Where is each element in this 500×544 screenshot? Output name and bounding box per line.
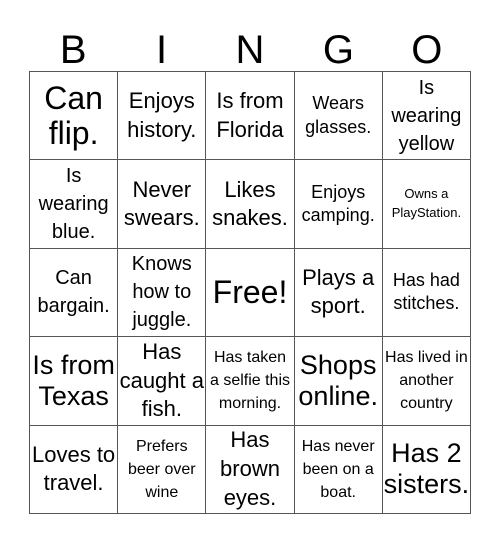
bingo-cell[interactable]: Can bargain. xyxy=(30,248,119,338)
bingo-cell[interactable]: Can flip. xyxy=(30,72,119,161)
bingo-cell[interactable]: Is from Florida xyxy=(206,72,295,161)
bingo-cell[interactable]: Knows how to juggle. xyxy=(118,248,207,338)
bingo-cell[interactable]: Has lived in another country xyxy=(382,337,471,426)
free-space[interactable]: Free! xyxy=(206,248,295,338)
bingo-cell[interactable]: Has had stitches. xyxy=(382,248,471,338)
bingo-cell[interactable]: Has caught a fish. xyxy=(118,337,207,426)
bingo-cell[interactable]: Is from Texas xyxy=(30,337,119,426)
bingo-cell[interactable]: Wears glasses. xyxy=(294,72,383,161)
bingo-grid: Can flip. Enjoys history. Is from Florid… xyxy=(29,71,471,514)
header-letter-b: B xyxy=(59,28,87,72)
bingo-cell[interactable]: Likes snakes. xyxy=(206,160,295,249)
bingo-cell[interactable]: Enjoys history. xyxy=(118,72,207,161)
bingo-cell[interactable]: Has never been on a boat. xyxy=(294,425,383,514)
header-letter-i: I xyxy=(156,28,168,72)
header-letter-o: O xyxy=(411,28,443,72)
header-letter-n: N xyxy=(235,28,265,72)
header-letter-g: G xyxy=(322,28,354,72)
bingo-cell[interactable]: Has brown eyes. xyxy=(206,425,295,514)
bingo-cell[interactable]: Is wearing blue. xyxy=(30,160,119,249)
bingo-cell[interactable]: Prefers beer over wine xyxy=(118,425,207,514)
bingo-cell[interactable]: Is wearing yellow xyxy=(382,72,471,161)
bingo-cell[interactable]: Has 2 sisters. xyxy=(382,425,471,514)
bingo-cell[interactable]: Enjoys camping. xyxy=(294,160,383,249)
bingo-cell[interactable]: Shops online. xyxy=(294,337,383,426)
bingo-cell[interactable]: Owns a PlayStation. xyxy=(382,160,471,249)
bingo-cell[interactable]: Loves to travel. xyxy=(30,425,119,514)
bingo-cell[interactable]: Plays a sport. xyxy=(294,248,383,338)
bingo-cell[interactable]: Never swears. xyxy=(118,160,207,249)
bingo-header: B I N G O xyxy=(29,28,471,72)
bingo-cell[interactable]: Has taken a selfie this morning. xyxy=(206,337,295,426)
